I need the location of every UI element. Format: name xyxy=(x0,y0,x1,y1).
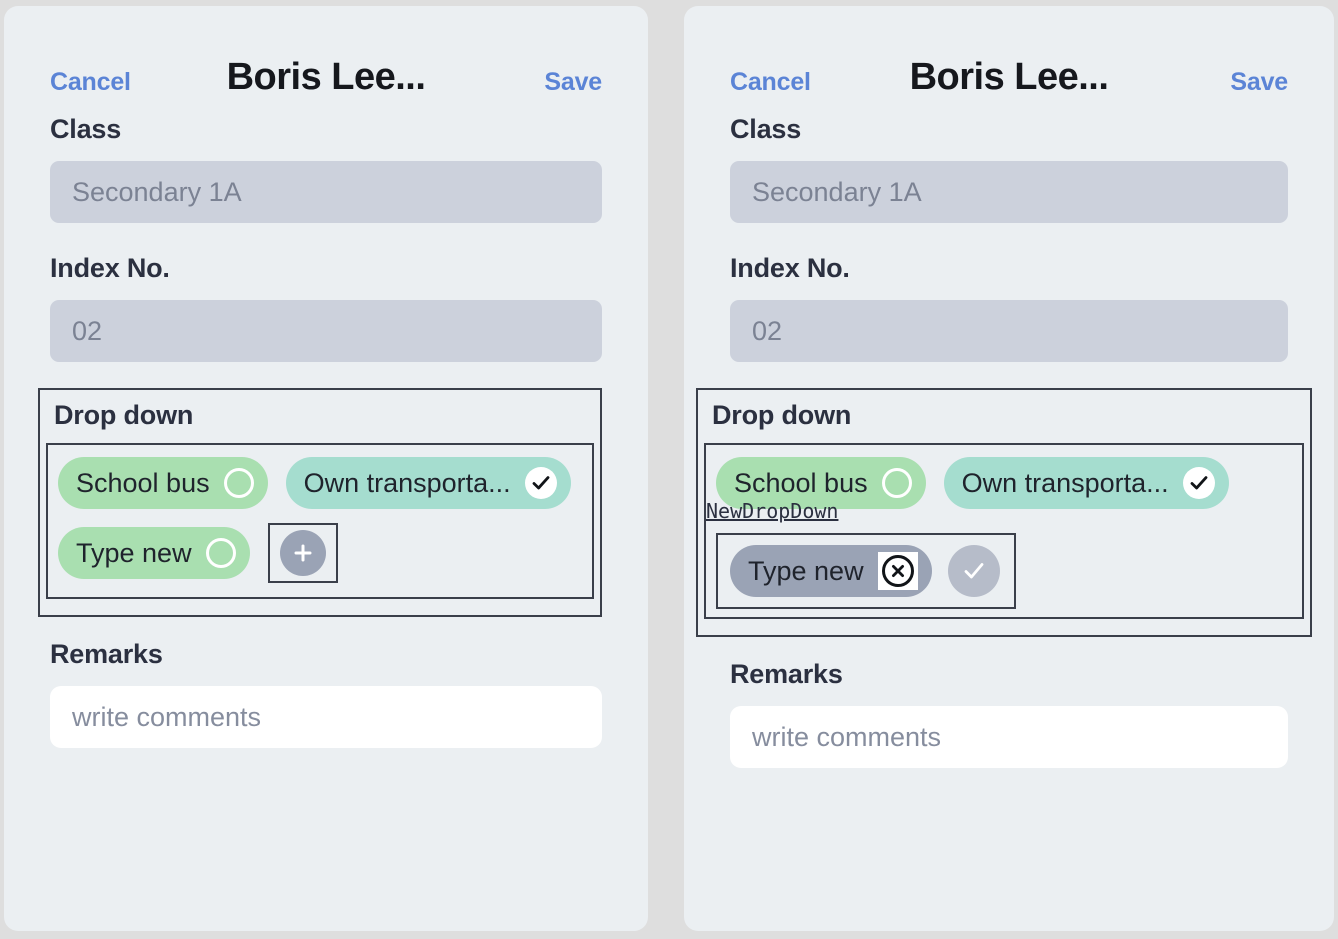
new-option-input[interactable]: Type new xyxy=(730,545,932,597)
x-circle-icon xyxy=(881,555,914,587)
add-option-button[interactable] xyxy=(279,530,326,576)
navbar-after: Cancel Boris Lee... Save xyxy=(684,6,1334,114)
dropdown-options-box: School bus Own transporta... NewDropDown xyxy=(704,443,1304,619)
ring-icon xyxy=(881,468,912,498)
field-class-label: Class xyxy=(730,114,802,144)
field-index-no-label: Index No. xyxy=(50,253,170,283)
dropdown-options-box: School bus Own transporta... Type new xyxy=(46,443,594,599)
option-own-transportation[interactable]: Own transporta... xyxy=(285,457,571,509)
index-no-input[interactable]: 02 xyxy=(730,300,1288,362)
ring-icon xyxy=(205,538,236,568)
add-option-annotation-box xyxy=(267,523,338,583)
field-class: Class Secondary 1A xyxy=(50,114,602,223)
option-label: School bus xyxy=(734,467,868,498)
dropdown-option-row: School bus Own transporta... xyxy=(58,457,582,509)
panel-after: Cancel Boris Lee... Save Class Secondary… xyxy=(684,6,1334,931)
dropdown-title: Drop down xyxy=(712,400,852,430)
option-type-new[interactable]: Type new xyxy=(58,527,250,579)
field-remarks: Remarks write comments xyxy=(50,639,602,748)
field-remarks: Remarks write comments xyxy=(730,659,1288,768)
index-no-input[interactable]: 02 xyxy=(50,300,602,362)
check-icon xyxy=(1182,467,1215,499)
save-button[interactable]: Save xyxy=(544,68,602,97)
clear-input-button[interactable] xyxy=(877,552,918,590)
option-label: School bus xyxy=(76,467,210,498)
navbar-before: Cancel Boris Lee... Save xyxy=(4,6,648,114)
class-input[interactable]: Secondary 1A xyxy=(50,161,602,223)
option-label: Own transporta... xyxy=(303,467,511,498)
confirm-new-option-button[interactable] xyxy=(947,545,1000,597)
dropdown-annotation-box: Drop down School bus Own transporta... xyxy=(38,388,602,617)
dropdown-new-row: Type new xyxy=(58,523,582,583)
field-class: Class Secondary 1A xyxy=(730,114,1288,223)
field-index-no: Index No. 02 xyxy=(50,253,602,362)
option-label: Type new xyxy=(76,537,192,568)
field-remarks-label: Remarks xyxy=(50,639,163,669)
remarks-input[interactable]: write comments xyxy=(50,686,602,748)
screenshot-stage: Cancel Boris Lee... Save Class Secondary… xyxy=(0,0,1338,939)
field-index-no-label: Index No. xyxy=(730,253,850,283)
panel-before: Cancel Boris Lee... Save Class Secondary… xyxy=(4,6,648,931)
check-icon xyxy=(524,467,557,499)
option-label: Own transporta... xyxy=(961,467,1169,498)
new-option-label: Type new xyxy=(748,555,864,586)
plus-icon xyxy=(294,544,312,562)
field-index-no: Index No. 02 xyxy=(730,253,1288,362)
save-button[interactable]: Save xyxy=(1230,68,1288,97)
field-class-label: Class xyxy=(50,114,122,144)
new-dropdown-entry-box: Type new xyxy=(716,533,1016,609)
check-icon xyxy=(964,563,983,579)
option-school-bus[interactable]: School bus xyxy=(58,457,268,509)
option-own-transportation[interactable]: Own transporta... xyxy=(943,457,1229,509)
dropdown-annotation-box: Drop down School bus Own transporta... xyxy=(696,388,1312,637)
new-dropdown-annotation-label: NewDropDown xyxy=(706,499,839,523)
field-remarks-label: Remarks xyxy=(730,659,843,689)
class-input[interactable]: Secondary 1A xyxy=(730,161,1288,223)
ring-icon xyxy=(223,468,254,498)
remarks-input[interactable]: write comments xyxy=(730,706,1288,768)
dropdown-title: Drop down xyxy=(54,400,194,430)
